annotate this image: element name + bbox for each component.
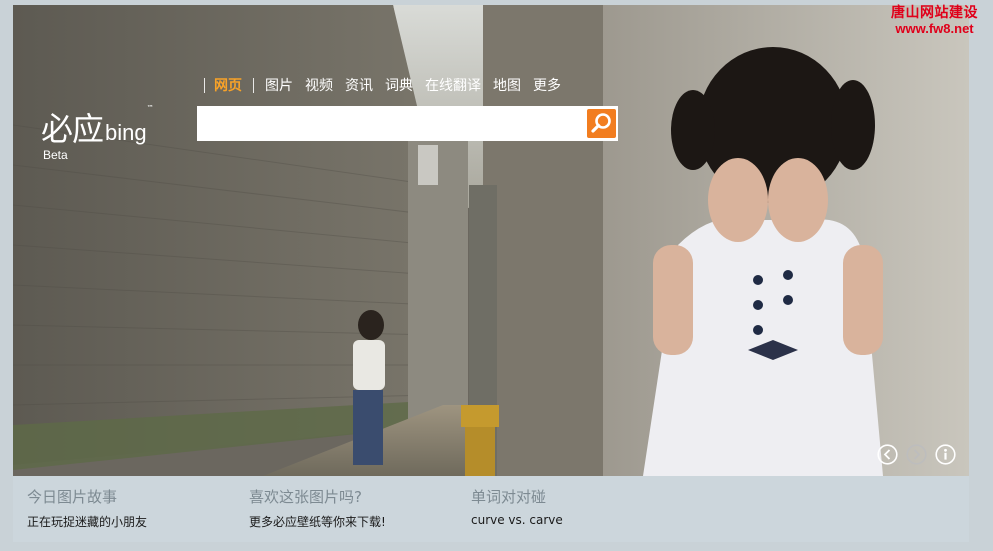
nav-separator	[253, 77, 254, 93]
nav-item-videos[interactable]: 视频	[305, 75, 333, 95]
watermark-title: 唐山网站建设	[891, 5, 978, 21]
search-icon	[591, 113, 611, 133]
chevron-left-icon	[877, 444, 898, 465]
info-icon	[935, 444, 956, 465]
nav-separator	[204, 77, 205, 93]
nav-item-dictionary[interactable]: 词典	[385, 75, 413, 95]
prev-image-button[interactable]	[877, 444, 898, 465]
bottom-bar: 今日图片故事 正在玩捉迷藏的小朋友 喜欢这张图片吗? 更多必应壁纸等你来下载! …	[13, 476, 969, 542]
logo-chinese: 必应	[41, 110, 104, 148]
top-nav: 网页 图片 视频 资讯 词典 在线翻译 地图 更多	[199, 76, 567, 94]
info-button[interactable]	[935, 444, 956, 465]
search-input[interactable]	[203, 110, 585, 138]
logo-bing: bing	[105, 120, 147, 145]
search-button[interactable]	[587, 109, 616, 138]
word-match: 单词对对碰 curve vs. carve	[471, 486, 563, 527]
watermark: 唐山网站建设 www.fw8.net	[891, 5, 978, 37]
nav-item-more[interactable]: 更多	[533, 75, 561, 95]
next-image-button[interactable]	[906, 444, 927, 465]
today-story-heading: 今日图片故事	[27, 488, 118, 506]
nav-item-images[interactable]: 图片	[265, 75, 293, 95]
today-story: 今日图片故事 正在玩捉迷藏的小朋友	[27, 486, 147, 530]
wallpaper-promo-link[interactable]: 更多必应壁纸等你来下载!	[249, 513, 386, 530]
nav-item-web[interactable]: 网页	[214, 75, 242, 95]
word-match-link[interactable]: curve vs. carve	[471, 513, 563, 527]
wallpaper-promo: 喜欢这张图片吗? 更多必应壁纸等你来下载!	[249, 486, 386, 530]
nav-item-translate[interactable]: 在线翻译	[425, 75, 481, 95]
word-match-heading: 单词对对碰	[471, 488, 547, 506]
search-box	[197, 106, 618, 141]
wallpaper-promo-heading: 喜欢这张图片吗?	[249, 488, 362, 506]
chevron-right-icon	[906, 444, 927, 465]
logo-beta: Beta	[43, 148, 68, 162]
nav-item-news[interactable]: 资讯	[345, 75, 373, 95]
bing-logo[interactable]: 必应bing ™ Beta	[41, 104, 154, 162]
watermark-url: www.fw8.net	[895, 21, 974, 36]
logo-trademark: ™	[146, 104, 154, 112]
today-story-link[interactable]: 正在玩捉迷藏的小朋友	[27, 513, 147, 530]
nav-item-maps[interactable]: 地图	[493, 75, 521, 95]
